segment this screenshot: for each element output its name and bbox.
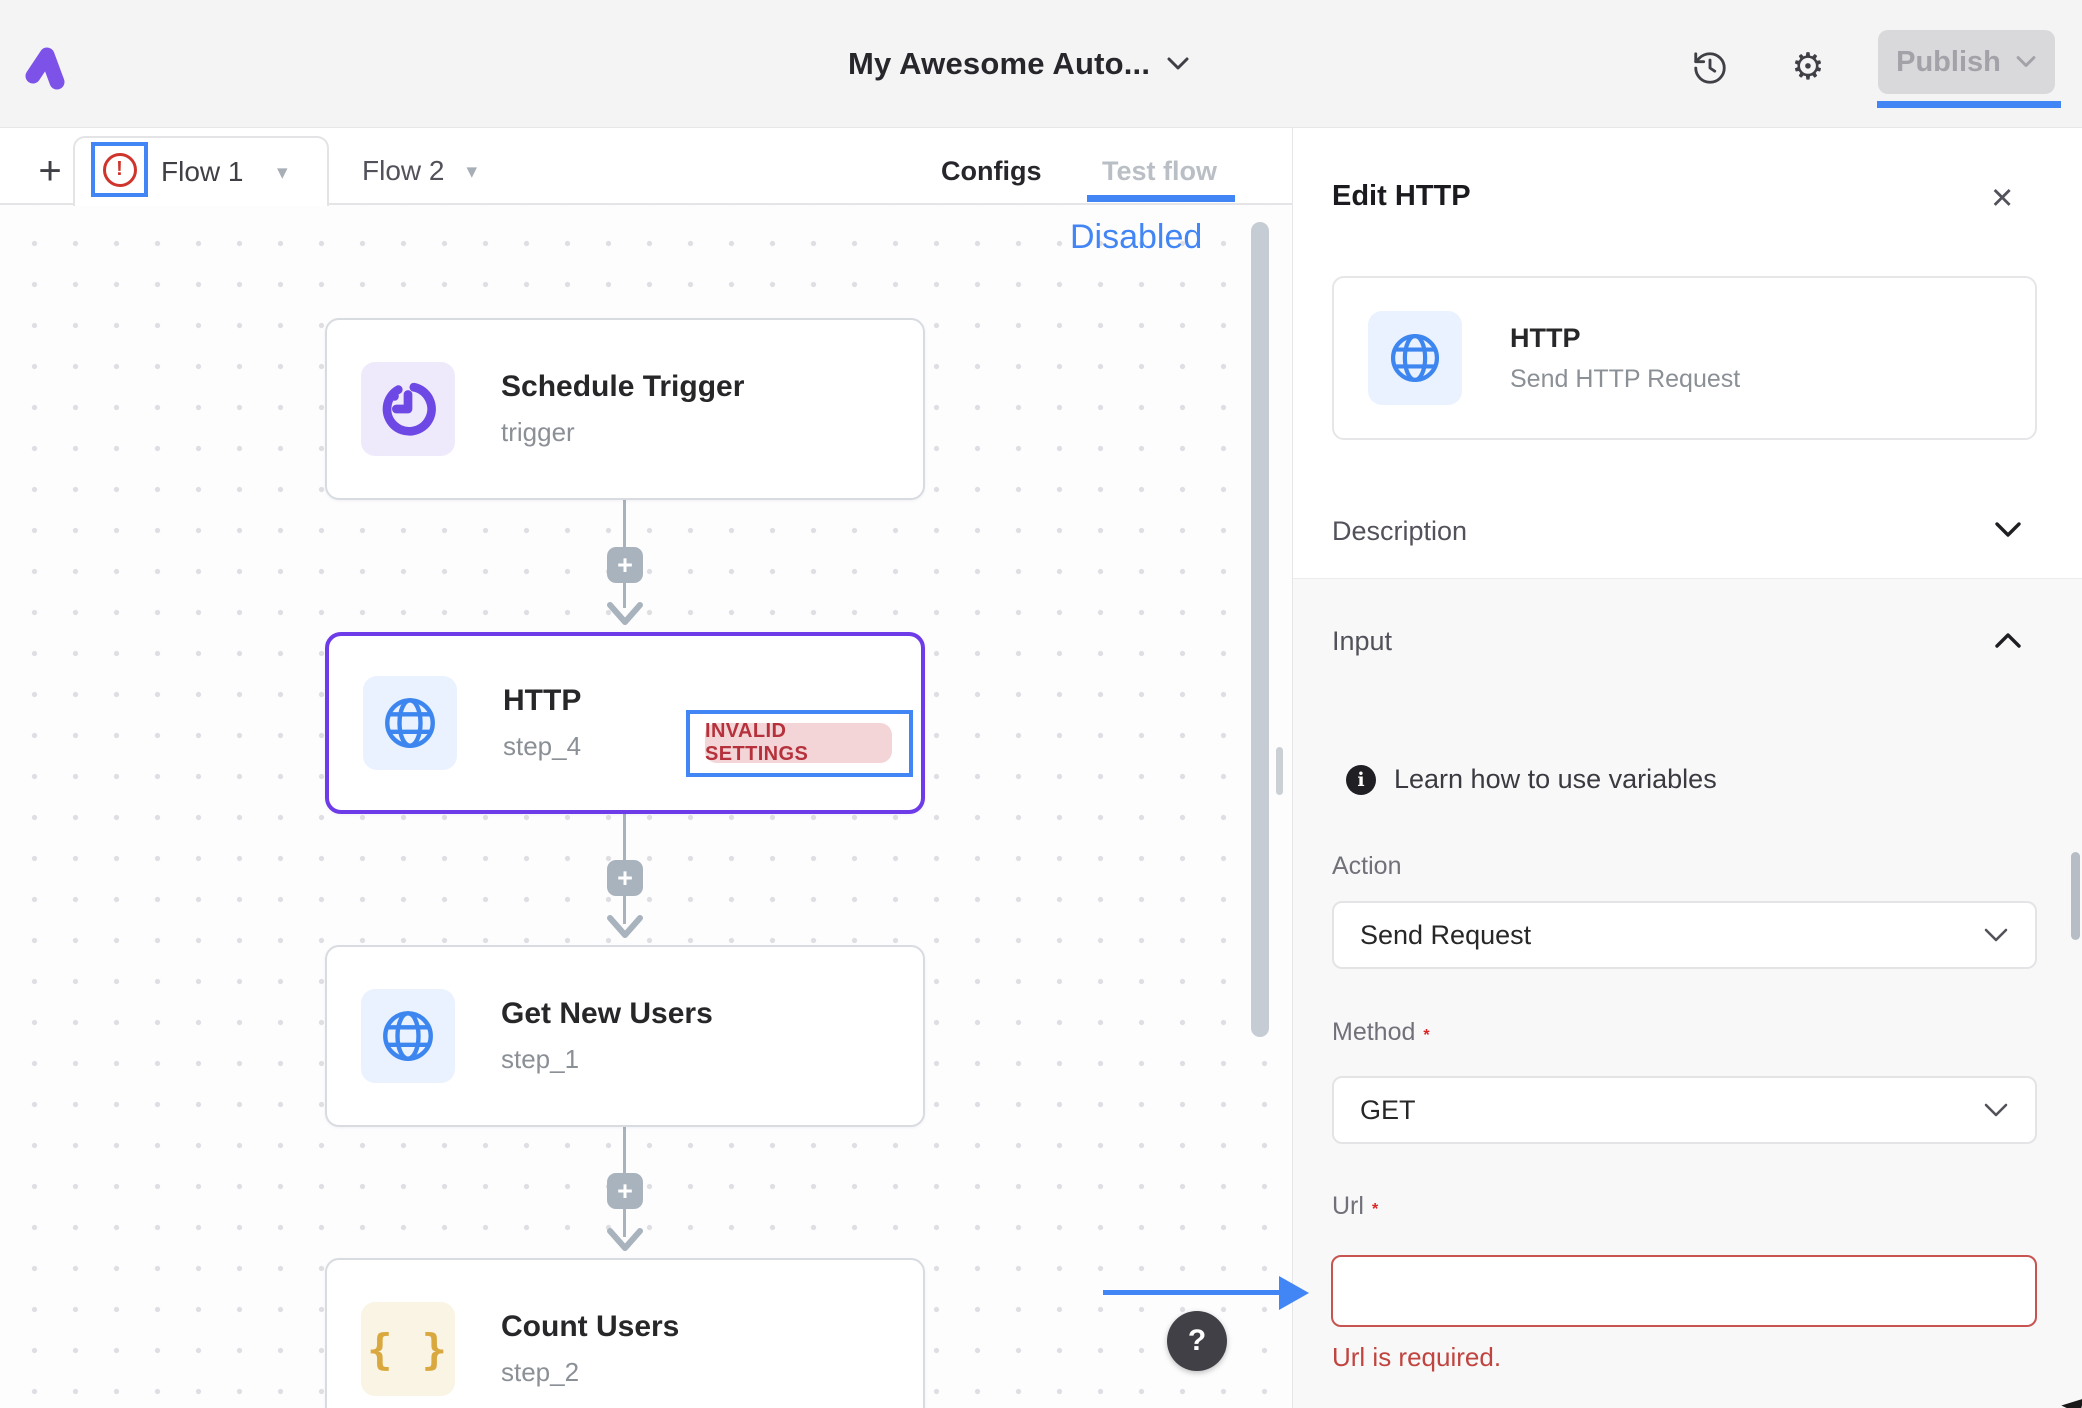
- history-button[interactable]: [1688, 46, 1732, 90]
- panel-resize-handle[interactable]: [1276, 747, 1283, 795]
- flow-name: My Awesome Auto...: [848, 46, 1150, 82]
- tab-flow-1-label: Flow 1: [161, 156, 243, 188]
- schedule-icon-tile: [361, 362, 455, 456]
- node-text: Schedule Trigger trigger: [501, 370, 744, 448]
- piece-info-card: HTTP Send HTTP Request: [1332, 276, 2037, 440]
- history-icon: [1691, 49, 1729, 87]
- globe-icon: [380, 1008, 436, 1064]
- question-mark-icon: ?: [1188, 1324, 1206, 1358]
- globe-icon: [382, 695, 438, 751]
- node-schedule-trigger[interactable]: Schedule Trigger trigger: [325, 318, 925, 500]
- canvas-scrollbar[interactable]: [1251, 222, 1269, 1037]
- url-label-text: Url: [1332, 1192, 1364, 1220]
- help-button[interactable]: ?: [1167, 1311, 1227, 1371]
- description-section-header[interactable]: Description: [1332, 516, 1467, 547]
- annotation-box-flow-error: !: [91, 142, 148, 197]
- url-field-label: Url *: [1332, 1192, 1378, 1221]
- code-icon-tile: { }: [361, 1302, 455, 1396]
- close-icon: ✕: [1990, 181, 2014, 215]
- url-error-message: Url is required.: [1332, 1342, 1501, 1373]
- braces-icon: { }: [367, 1325, 449, 1374]
- node-title: Count Users: [501, 1310, 679, 1344]
- node-title: HTTP: [503, 684, 581, 718]
- tab-flow-2-label: Flow 2: [362, 155, 444, 187]
- tab-flow-2[interactable]: Flow 2 ▾: [362, 136, 477, 206]
- info-icon: i: [1346, 765, 1376, 795]
- node-text: Count Users step_2: [501, 1310, 679, 1388]
- caret-down-icon[interactable]: ▾: [466, 159, 477, 183]
- url-input[interactable]: [1331, 1255, 2037, 1327]
- error-warning-icon: !: [103, 153, 137, 187]
- node-subtitle: step_2: [501, 1357, 679, 1388]
- action-field-label: Action: [1332, 852, 1401, 881]
- chevron-down-icon: [1983, 1102, 2009, 1118]
- annotation-arrow-head: [1279, 1276, 1309, 1310]
- node-text: HTTP step_4: [503, 684, 581, 762]
- annotation-arrow-line: [1103, 1290, 1279, 1295]
- method-field-label: Method *: [1332, 1018, 1430, 1047]
- input-section-header[interactable]: Input: [1332, 626, 1392, 657]
- app-logo-icon[interactable]: [22, 40, 68, 90]
- method-label-text: Method: [1332, 1018, 1415, 1046]
- chevron-down-icon[interactable]: [1993, 520, 2023, 540]
- http-icon-tile: [361, 989, 455, 1083]
- publish-label: Publish: [1896, 46, 2001, 79]
- test-flow-annotation-underline: [1087, 195, 1235, 202]
- annotation-disabled-canvas: Disabled: [1070, 218, 1202, 257]
- chevron-down-icon: [2015, 55, 2037, 69]
- plus-icon: +: [617, 552, 633, 579]
- flow-name-menu[interactable]: My Awesome Auto...: [848, 40, 1190, 88]
- add-step-button[interactable]: +: [607, 547, 643, 583]
- invalid-settings-badge: INVALID SETTINGS: [705, 723, 892, 763]
- action-select-value: Send Request: [1360, 920, 1531, 951]
- publish-annotation-underline: [1877, 101, 2061, 108]
- chevron-down-icon: [1166, 56, 1190, 72]
- arrow-down-icon: [606, 601, 644, 627]
- add-step-button[interactable]: +: [607, 860, 643, 896]
- node-text: Get New Users step_1: [501, 997, 713, 1075]
- piece-text: HTTP Send HTTP Request: [1510, 323, 1740, 394]
- method-select-value: GET: [1360, 1095, 1416, 1126]
- http-icon-tile: [363, 676, 457, 770]
- add-flow-button[interactable]: +: [24, 136, 76, 206]
- settings-button[interactable]: ⚙: [1786, 44, 1830, 88]
- plus-icon: +: [617, 1178, 633, 1205]
- http-icon-tile: [1368, 311, 1462, 405]
- node-subtitle: trigger: [501, 417, 744, 448]
- chevron-down-icon: [1983, 927, 2009, 943]
- caret-down-icon[interactable]: ▾: [277, 160, 288, 184]
- piece-title: HTTP: [1510, 323, 1740, 354]
- node-title: Get New Users: [501, 997, 713, 1031]
- clock-icon: [377, 378, 439, 440]
- gear-icon: ⚙: [1791, 48, 1824, 85]
- node-subtitle: step_1: [501, 1044, 713, 1075]
- tab-test-flow-label: Test flow: [1102, 156, 1217, 187]
- method-select[interactable]: GET: [1332, 1076, 2037, 1144]
- close-panel-button[interactable]: ✕: [1990, 181, 2014, 215]
- globe-icon: [1388, 331, 1442, 385]
- tab-flow-1[interactable]: ! Flow 1 ▾: [73, 136, 329, 206]
- tab-configs-label: Configs: [941, 156, 1042, 187]
- tab-configs[interactable]: Configs: [941, 136, 1042, 206]
- piece-subtitle: Send HTTP Request: [1510, 365, 1740, 394]
- chevron-up-icon[interactable]: [1993, 630, 2023, 650]
- required-asterisk: *: [1423, 1027, 1429, 1044]
- node-title: Schedule Trigger: [501, 370, 744, 404]
- action-select[interactable]: Send Request: [1332, 901, 2037, 969]
- plus-icon: +: [38, 149, 61, 194]
- node-subtitle: step_4: [503, 731, 581, 762]
- arrow-down-icon: [606, 1227, 644, 1253]
- node-get-new-users[interactable]: Get New Users step_1: [325, 945, 925, 1127]
- panel-title: Edit HTTP: [1332, 180, 1471, 213]
- variables-help-link[interactable]: Learn how to use variables: [1394, 764, 1717, 795]
- required-asterisk: *: [1372, 1201, 1378, 1218]
- add-step-button[interactable]: +: [607, 1173, 643, 1209]
- flow-builder-window: My Awesome Auto... ⚙ Publish Disabled + …: [0, 0, 2082, 1408]
- node-count-users[interactable]: { } Count Users step_2: [325, 1258, 925, 1408]
- panel-scrollbar[interactable]: [2071, 852, 2080, 940]
- arrow-down-icon: [606, 914, 644, 940]
- info-glyph: i: [1357, 769, 1364, 791]
- plus-icon: +: [617, 865, 633, 892]
- publish-button[interactable]: Publish: [1878, 30, 2055, 94]
